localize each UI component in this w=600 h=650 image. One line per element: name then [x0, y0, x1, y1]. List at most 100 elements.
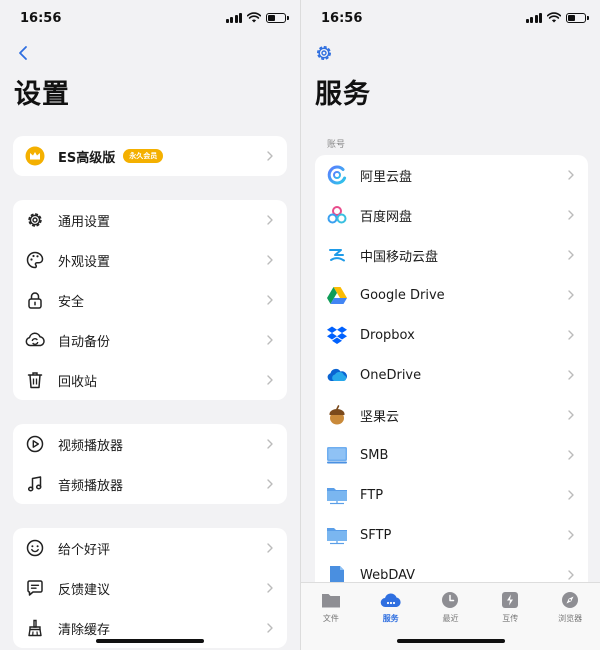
chevron-right-icon	[267, 335, 273, 345]
sftp-folder-icon	[326, 524, 348, 546]
cellular-signal-icon	[525, 12, 542, 23]
page-title: 服务	[315, 79, 371, 110]
crown-icon	[24, 145, 46, 167]
service-item-china-mobile-cloud[interactable]: 中国移动云盘	[315, 235, 588, 275]
smb-icon	[326, 444, 348, 466]
battery-icon	[266, 12, 289, 23]
service-item-onedrive[interactable]: OneDrive	[315, 355, 588, 395]
settings-item-label: 外观设置	[58, 254, 111, 270]
cloud-sync-icon	[24, 329, 46, 351]
settings-item-label: 清除缓存	[58, 622, 111, 638]
chevron-right-icon	[267, 375, 273, 385]
premium-label: ES高级版	[58, 150, 116, 166]
chevron-right-icon	[267, 543, 273, 553]
premium-card[interactable]: ES高级版 永久会员	[13, 136, 287, 176]
china-mobile-cloud-icon	[326, 244, 348, 266]
service-item-label: 中国移动云盘	[360, 249, 439, 265]
support-settings-group: 给个好评 反馈建议 清除缓存	[13, 528, 287, 648]
service-item-label: WebDAV	[360, 567, 416, 583]
chevron-right-icon	[568, 450, 574, 460]
music-note-icon	[24, 473, 46, 495]
tab-transfer[interactable]: 互传	[484, 589, 536, 624]
player-settings-group: 视频播放器 音频播放器	[13, 424, 287, 504]
status-time: 16:56	[20, 11, 62, 26]
service-item-baidu-netdisk[interactable]: 百度网盘	[315, 195, 588, 235]
chevron-right-icon	[568, 410, 574, 420]
service-item-dropbox[interactable]: Dropbox	[315, 315, 588, 355]
tab-label: 互传	[502, 614, 519, 623]
service-item-smb[interactable]: SMB	[315, 435, 588, 475]
settings-item-general[interactable]: 通用设置	[13, 200, 287, 240]
chevron-right-icon	[267, 215, 273, 225]
member-badge: 永久会员	[123, 149, 164, 163]
status-time: 16:56	[321, 11, 363, 26]
chevron-right-icon	[568, 530, 574, 540]
nutstore-icon	[326, 404, 348, 426]
settings-item-audio-player[interactable]: 音频播放器	[13, 464, 287, 504]
dropbox-icon	[326, 324, 348, 346]
tab-browser[interactable]: 浏览器	[544, 589, 596, 624]
back-button[interactable]	[12, 42, 34, 64]
settings-item-label: 视频播放器	[58, 438, 124, 454]
chevron-right-icon	[267, 295, 273, 305]
settings-item-recycle-bin[interactable]: 回收站	[13, 360, 287, 400]
chevron-right-icon	[267, 583, 273, 593]
settings-item-feedback[interactable]: 反馈建议	[13, 568, 287, 608]
home-indicator	[96, 639, 204, 643]
service-item-label: OneDrive	[360, 367, 422, 383]
onedrive-icon	[326, 364, 348, 386]
chevron-right-icon	[267, 479, 273, 489]
settings-item-security[interactable]: 安全	[13, 280, 287, 320]
service-item-label: SFTP	[360, 527, 392, 543]
chevron-right-icon	[267, 151, 273, 161]
settings-item-label: 自动备份	[58, 334, 111, 350]
service-item-label: Google Drive	[360, 287, 445, 303]
chevron-right-icon	[568, 250, 574, 260]
settings-button[interactable]	[313, 42, 335, 64]
service-item-aliyun-drive[interactable]: 阿里云盘	[315, 155, 588, 195]
settings-item-label: 音频播放器	[58, 478, 124, 494]
tab-files[interactable]: 文件	[305, 589, 357, 624]
chevron-right-icon	[267, 439, 273, 449]
play-circle-icon	[24, 433, 46, 455]
baidu-netdisk-icon	[326, 204, 348, 226]
cellular-signal-icon	[225, 12, 242, 23]
settings-item-label: 回收站	[58, 374, 98, 390]
service-item-sftp[interactable]: SFTP	[315, 515, 588, 555]
settings-item-rate[interactable]: 给个好评	[13, 528, 287, 568]
service-item-label: SMB	[360, 447, 389, 463]
services-list: 阿里云盘 百度网盘 中国移动云盘 Google Drive Dropbox On…	[315, 155, 588, 595]
service-item-ftp[interactable]: FTP	[315, 475, 588, 515]
settings-item-label: 通用设置	[58, 214, 111, 230]
settings-item-video-player[interactable]: 视频播放器	[13, 424, 287, 464]
services-screen: 16:56 服务 账号 阿里云盘 百度网盘 中国移动云盘 Google Driv…	[301, 0, 600, 650]
general-settings-group: 通用设置 外观设置 安全 自动备份 回收站	[13, 200, 287, 400]
service-item-label: 坚果云	[360, 409, 400, 425]
chevron-right-icon	[267, 623, 273, 633]
tab-label: 浏览器	[558, 614, 583, 623]
service-item-google-drive[interactable]: Google Drive	[315, 275, 588, 315]
service-item-label: 百度网盘	[360, 209, 413, 225]
tab-recent[interactable]: 最近	[424, 589, 476, 624]
settings-item-label: 给个好评	[58, 542, 111, 558]
transfer-icon	[499, 589, 521, 611]
chevron-right-icon	[568, 570, 574, 580]
compass-icon	[559, 589, 581, 611]
ftp-folder-icon	[326, 484, 348, 506]
chevron-right-icon	[267, 255, 273, 265]
chevron-right-icon	[568, 210, 574, 220]
settings-item-label: 反馈建议	[58, 582, 111, 598]
status-bar: 16:56	[0, 0, 300, 36]
tab-label: 最近	[442, 614, 459, 623]
google-drive-icon	[326, 284, 348, 306]
chevron-right-icon	[568, 170, 574, 180]
cloud-icon	[380, 589, 402, 611]
settings-item-auto-backup[interactable]: 自动备份	[13, 320, 287, 360]
home-indicator	[396, 639, 505, 643]
smile-icon	[24, 537, 46, 559]
clock-icon	[439, 589, 461, 611]
settings-item-appearance[interactable]: 外观设置	[13, 240, 287, 280]
service-item-nutstore[interactable]: 坚果云	[315, 395, 588, 435]
settings-screen: 16:56 设置 ES高级版 永久会员 通用设置 外观设置 安全 自动备份 回收…	[0, 0, 300, 650]
tab-services[interactable]: 服务	[365, 589, 417, 624]
